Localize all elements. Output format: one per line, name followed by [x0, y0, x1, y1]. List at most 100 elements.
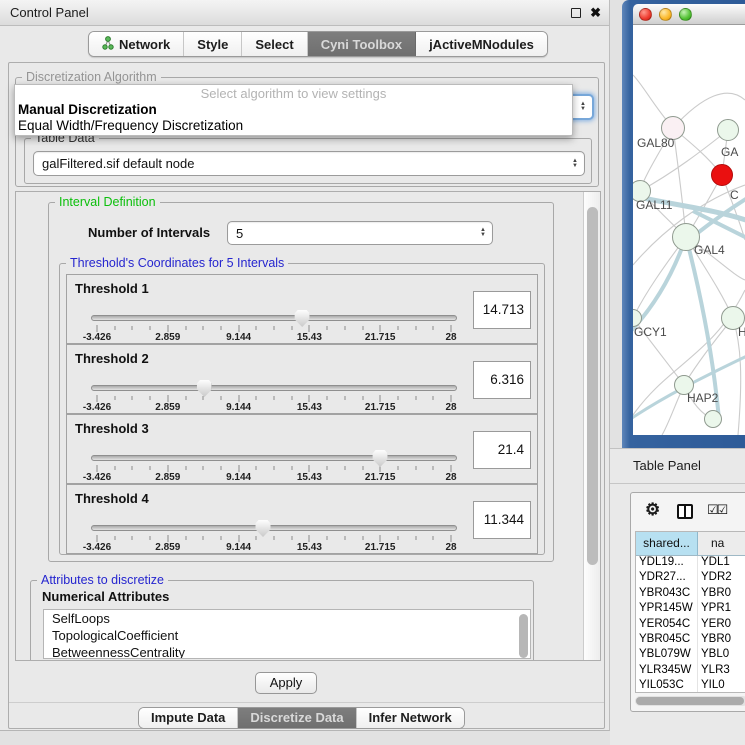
tick-mark: [397, 536, 398, 540]
list-scrollbar-thumb[interactable]: [519, 614, 528, 658]
tab-select[interactable]: Select: [242, 32, 307, 56]
tick-mark: [433, 536, 434, 540]
network-node[interactable]: [704, 410, 722, 428]
tick-mark: [327, 466, 328, 470]
cell-shared-name: YLR345W: [636, 664, 698, 679]
network-node[interactable]: [717, 119, 739, 141]
tick-mark: [327, 396, 328, 400]
attribute-list-item[interactable]: SelfLoops: [44, 610, 530, 627]
slider-ticks: [97, 324, 451, 332]
table-row[interactable]: YPR145WYPR1: [636, 602, 745, 617]
table-row[interactable]: YDL19...YDL1: [636, 556, 745, 571]
threshold-slider[interactable]: -3.4262.8599.14415.4321.71528: [91, 525, 457, 551]
tick-mark: [220, 536, 221, 540]
horizontal-scrollbar-thumb[interactable]: [636, 697, 744, 705]
control-panel-tabbar: Network StyleSelectCyni Toolbox jActiveMNo…: [88, 31, 548, 57]
tick-label: 2.859: [155, 332, 180, 343]
float-window-icon[interactable]: [571, 8, 581, 18]
tab-network[interactable]: Network: [89, 32, 184, 56]
close-traffic-light-icon[interactable]: [639, 8, 652, 21]
attribute-list-item[interactable]: BetweennessCentrality: [44, 644, 530, 659]
attribute-list-item[interactable]: TopologicalCoefficient: [44, 627, 530, 644]
threshold-slider[interactable]: -3.4262.8599.14415.4321.71528: [91, 315, 457, 341]
network-canvas[interactable]: GAL80GACGAL11GAL4GCY1HHAP2: [633, 25, 745, 435]
tick-mark: [397, 466, 398, 470]
table-data-combobox[interactable]: galFiltered.sif default node ▲▼: [33, 151, 585, 176]
tab-label: Network: [119, 37, 170, 52]
number-of-intervals-combobox[interactable]: 5 ▲▼: [227, 221, 493, 245]
slider-track[interactable]: [91, 315, 457, 321]
slider-track[interactable]: [91, 385, 457, 391]
tick-mark: [362, 396, 363, 400]
tab-jactivemnodules[interactable]: jActiveMNodules: [416, 32, 547, 56]
tick-mark: [150, 466, 151, 470]
gear-icon[interactable]: ⚙: [645, 500, 660, 520]
tick-mark: [380, 395, 381, 402]
minimize-traffic-light-icon[interactable]: [659, 8, 672, 21]
combo-stepper-icon: ▲▼: [566, 159, 584, 169]
tick-mark: [167, 465, 168, 472]
numerical-attributes-list[interactable]: SelfLoopsTopologicalCoefficientBetweenne…: [43, 609, 531, 659]
dropdown-item[interactable]: Equal Width/Frequency Discretization: [15, 118, 572, 134]
table-row[interactable]: YBR043CYBR0: [636, 587, 745, 602]
vertical-scrollbar-thumb[interactable]: [587, 207, 598, 565]
tab-impute-data[interactable]: Impute Data: [139, 708, 238, 728]
tick-mark: [220, 396, 221, 400]
threshold-value-field[interactable]: 21.4: [473, 431, 531, 469]
network-view-window[interactable]: GAL80GACGAL11GAL4GCY1HHAP2: [622, 0, 745, 448]
threshold-value-field[interactable]: 14.713: [473, 291, 531, 329]
zoom-traffic-light-icon[interactable]: [679, 8, 692, 21]
table-row[interactable]: YIL053CYIL0: [636, 679, 745, 692]
network-window-titlebar[interactable]: [633, 4, 745, 25]
select-columns-icon[interactable]: ☑☑: [707, 502, 726, 518]
table-row[interactable]: YER054CYER0: [636, 618, 745, 633]
tick-mark: [185, 326, 186, 330]
tick-mark: [291, 396, 292, 400]
column-header-shared-name[interactable]: shared...: [636, 532, 698, 555]
network-node[interactable]: [711, 164, 733, 186]
network-node-label: GAL80: [637, 136, 674, 150]
dropdown-item[interactable]: Manual Discretization: [15, 102, 572, 118]
threshold-slider[interactable]: -3.4262.8599.14415.4321.71528: [91, 385, 457, 411]
tab-style[interactable]: Style: [184, 32, 242, 56]
interval-definition-group: Interval Definition Number of Intervals …: [48, 202, 554, 562]
slider-track[interactable]: [91, 455, 457, 461]
network-icon: [102, 36, 114, 53]
tick-label: 21.715: [365, 402, 396, 413]
cell-shared-name: YBR043C: [636, 587, 698, 602]
cell-shared-name: YDR27...: [636, 571, 698, 586]
tab-label: jActiveMNodules: [429, 37, 534, 52]
slider-tick-labels: -3.4262.8599.14415.4321.71528: [97, 472, 451, 483]
tick-mark: [97, 325, 98, 332]
cell-shared-name: YIL053C: [636, 679, 698, 692]
threshold-panel: Threshold 2-3.4262.8599.14415.4321.71528…: [66, 344, 538, 414]
apply-button[interactable]: Apply: [255, 672, 317, 694]
threshold-value-field[interactable]: 6.316: [473, 361, 531, 399]
table-data-value: galFiltered.sif default node: [34, 156, 566, 171]
tick-mark: [238, 325, 239, 332]
table-row[interactable]: YBL079WYBL0: [636, 648, 745, 663]
vertical-scrollbar[interactable]: [583, 192, 600, 660]
tick-label: 21.715: [365, 542, 396, 553]
column-header-name[interactable]: na: [698, 532, 745, 555]
tab-discretize-data[interactable]: Discretize Data: [238, 708, 356, 728]
tick-mark: [451, 325, 452, 332]
tick-mark: [167, 395, 168, 402]
interval-definition-label: Interval Definition: [55, 195, 160, 209]
node-table[interactable]: shared... na YDL19...YDL1YDR27...YDR2YBR…: [635, 531, 745, 693]
table-row[interactable]: YLR345WYLR3: [636, 664, 745, 679]
table-row[interactable]: YDR27...YDR2: [636, 571, 745, 586]
tab-cyni-toolbox[interactable]: Cyni Toolbox: [308, 32, 416, 56]
slider-track[interactable]: [91, 525, 457, 531]
close-icon[interactable]: ✖: [590, 4, 601, 22]
table-row[interactable]: YBR045CYBR0: [636, 633, 745, 648]
threshold-slider[interactable]: -3.4262.8599.14415.4321.71528: [91, 455, 457, 481]
tick-mark: [203, 536, 204, 540]
threshold-value-field[interactable]: 11.344: [473, 501, 531, 539]
slider-tick-labels: -3.4262.8599.14415.4321.71528: [97, 542, 451, 553]
column-layout-icon[interactable]: [677, 504, 693, 519]
tick-mark: [291, 536, 292, 540]
horizontal-scrollbar[interactable]: [635, 696, 745, 706]
tick-mark: [238, 465, 239, 472]
tab-infer-network[interactable]: Infer Network: [357, 708, 464, 728]
